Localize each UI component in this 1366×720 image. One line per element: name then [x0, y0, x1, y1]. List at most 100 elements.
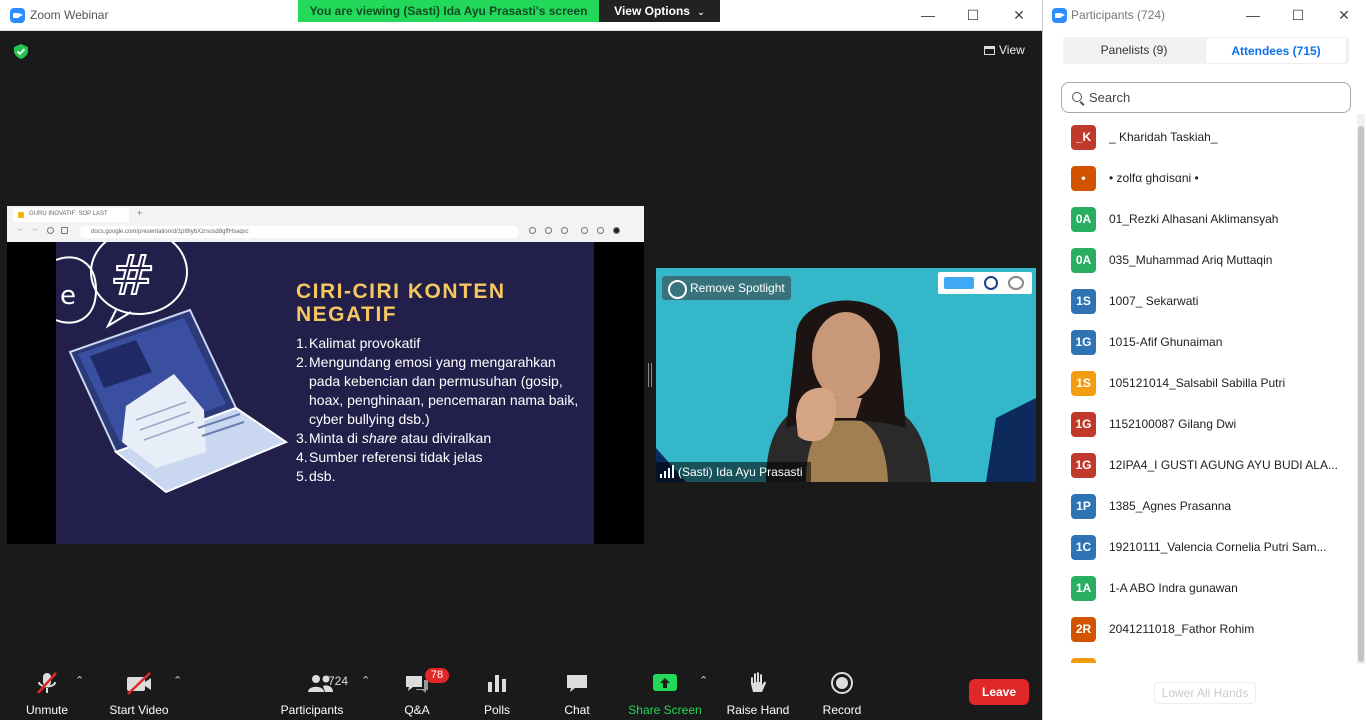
list-text: Kalimat provokatif: [309, 335, 421, 351]
participant-name: 1007_ Sekarwati: [1109, 294, 1199, 308]
svg-text:#: #: [110, 244, 155, 307]
participant-row[interactable]: _K _ Kharidah Taskiah_: [1043, 117, 1353, 158]
share-screen-button[interactable]: Share Screen: [628, 670, 702, 717]
chevron-up-icon[interactable]: ⌃: [361, 674, 370, 687]
forward-icon: →: [31, 226, 38, 233]
maximize-icon[interactable]: ☐: [1284, 4, 1312, 26]
participant-row[interactable]: 1S 105121014_Salsabil Sabilla Putri: [1043, 363, 1353, 404]
search-input[interactable]: [1089, 90, 1339, 105]
chevron-up-icon[interactable]: ⌃: [699, 674, 708, 687]
extension-icon: [529, 227, 536, 234]
slide-title-line: NEGATIF: [296, 303, 398, 326]
minimize-icon[interactable]: —: [1239, 4, 1267, 26]
participant-row[interactable]: 2R 2041211018_Fathor Rohim: [1043, 609, 1353, 650]
zoom-logo-icon: [1052, 8, 1067, 23]
star-icon: [561, 227, 568, 234]
participant-row[interactable]: 1P 1385_Agnes Prasanna: [1043, 486, 1353, 527]
shield-icon[interactable]: [14, 44, 28, 59]
slide-list-item: 2. Mengundang emosi yang mengarahkan pada…: [296, 353, 586, 429]
polls-icon: [488, 675, 506, 692]
participant-row[interactable]: 1S 1007_ Sekarwati: [1043, 281, 1353, 322]
laptop-illustration-icon: # e: [56, 242, 289, 494]
chevron-up-icon[interactable]: ⌃: [173, 674, 182, 687]
participant-name-tag: (Sasti) Ida Ayu Prasasti: [656, 462, 811, 482]
unmute-button[interactable]: Unmute: [22, 670, 72, 717]
participant-name: 1152100087 Gilang Dwi: [1109, 417, 1237, 431]
avatar: 1P: [1071, 494, 1096, 519]
scrollbar[interactable]: [1357, 114, 1365, 664]
avatar: _K: [1071, 125, 1096, 150]
new-tab-icon: +: [137, 208, 143, 218]
browser-address-bar: docs.google.com/presentation/d/1pt8lybXz…: [79, 226, 519, 238]
resize-handle[interactable]: [648, 363, 652, 387]
participant-name: 12IPA4_I GUSTI AGUNG AYU BUDI ALA...: [1109, 458, 1338, 472]
scrollbar-thumb[interactable]: [1358, 126, 1364, 662]
reload-icon: [47, 227, 54, 234]
record-button[interactable]: Record: [820, 670, 864, 717]
participant-row[interactable]: 1C 19210111_Valencia Cornelia Putri Sam..…: [1043, 527, 1353, 568]
slide-title: CIRI-CIRI KONTEN NEGATIF: [296, 280, 506, 326]
close-icon[interactable]: ✕: [1330, 4, 1358, 26]
tab-panelists[interactable]: Panelists (9): [1063, 37, 1205, 64]
minimize-icon[interactable]: —: [914, 4, 942, 26]
tab-attendees[interactable]: Attendees (715): [1205, 37, 1347, 64]
participant-name: 035_Muhammad Ariq Muttaqin: [1109, 253, 1273, 267]
participant-row[interactable]: 1G 12IPA4_I GUSTI AGUNG AYU BUDI ALA...: [1043, 445, 1353, 486]
search-box[interactable]: [1061, 82, 1351, 113]
remove-spotlight-button[interactable]: Remove Spotlight: [662, 276, 791, 300]
view-button[interactable]: View: [984, 43, 1025, 57]
lower-all-hands-button[interactable]: Lower All Hands: [1154, 682, 1256, 704]
avatar: 1G: [1071, 330, 1096, 355]
chevron-down-icon: ⌄: [697, 7, 705, 17]
participant-row[interactable]: 0A 01_Rezki Alhasani Aklimansyah: [1043, 199, 1353, 240]
slide-list-item: 3. Minta di share atau diviralkan: [296, 429, 586, 448]
qa-label: Q&A: [404, 703, 430, 717]
view-options-button[interactable]: View Options ⌄: [599, 0, 720, 22]
panel-title: Participants (724): [1071, 8, 1166, 22]
view-options-label: View Options: [614, 4, 690, 18]
participant-row[interactable]: [1043, 650, 1353, 663]
participant-row[interactable]: 1G 1015-Afif Ghunaiman: [1043, 322, 1353, 363]
speaker-video[interactable]: Remove Spotlight (Sasti) Ida Ayu Prasast…: [656, 268, 1036, 482]
extension-icon: [545, 227, 552, 234]
start-video-button[interactable]: Start Video: [106, 670, 172, 717]
list-text-emphasis: share: [361, 430, 397, 446]
participant-row[interactable]: 1A 1-A ABO Indra gunawan: [1043, 568, 1353, 609]
window-title: Zoom Webinar: [30, 8, 109, 22]
list-number: 3.: [296, 430, 308, 446]
maximize-icon[interactable]: ☐: [959, 4, 987, 26]
participant-name: 19210111_Valencia Cornelia Putri Sam...: [1109, 540, 1327, 554]
close-icon[interactable]: ✕: [1005, 4, 1033, 26]
spotlight-label: Remove Spotlight: [690, 281, 785, 295]
polls-button[interactable]: Polls: [482, 670, 512, 717]
profile-icon: [613, 227, 620, 234]
start-video-label: Start Video: [109, 703, 169, 717]
participant-row[interactable]: • • zolfα ghσisαni •: [1043, 158, 1353, 199]
participant-count: 724: [328, 674, 349, 688]
record-label: Record: [822, 703, 862, 717]
avatar: •: [1071, 166, 1096, 191]
list-number: 2.: [296, 354, 308, 370]
avatar: 1S: [1071, 371, 1096, 396]
participant-row[interactable]: 1G 1152100087 Gilang Dwi: [1043, 404, 1353, 445]
qa-count-badge: 78: [425, 668, 449, 683]
leave-button[interactable]: Leave: [969, 679, 1029, 705]
chat-button[interactable]: Chat: [562, 670, 592, 717]
slide-list-item: 4. Sumber referensi tidak jelas: [296, 448, 586, 467]
unmute-label: Unmute: [25, 703, 69, 717]
raise-hand-button[interactable]: Raise Hand: [726, 670, 790, 717]
avatar: 1C: [1071, 535, 1096, 560]
zoom-logo-icon: [10, 8, 25, 23]
list-text: dsb.: [309, 468, 336, 484]
participant-name: 1-A ABO Indra gunawan: [1109, 581, 1238, 595]
chevron-up-icon[interactable]: ⌃: [75, 674, 84, 687]
participant-row[interactable]: 0A 035_Muhammad Ariq Muttaqin: [1043, 240, 1353, 281]
viewing-banner: You are viewing (Sasti) Ida Ayu Prasasti…: [298, 0, 599, 22]
avatar: 1A: [1071, 576, 1096, 601]
avatar: 0A: [1071, 207, 1096, 232]
slide-title-line: CIRI-CIRI KONTEN: [296, 280, 506, 303]
participant-list[interactable]: _K _ Kharidah Taskiah_ • • zolfα ghσisαni •…: [1043, 117, 1353, 663]
participants-label: Participants: [280, 703, 344, 717]
participant-name: 105121014_Salsabil Sabilla Putri: [1109, 376, 1286, 390]
shared-screen[interactable]: GURU INOVATIF: SOP LAST + ← → docs.googl…: [7, 206, 644, 544]
